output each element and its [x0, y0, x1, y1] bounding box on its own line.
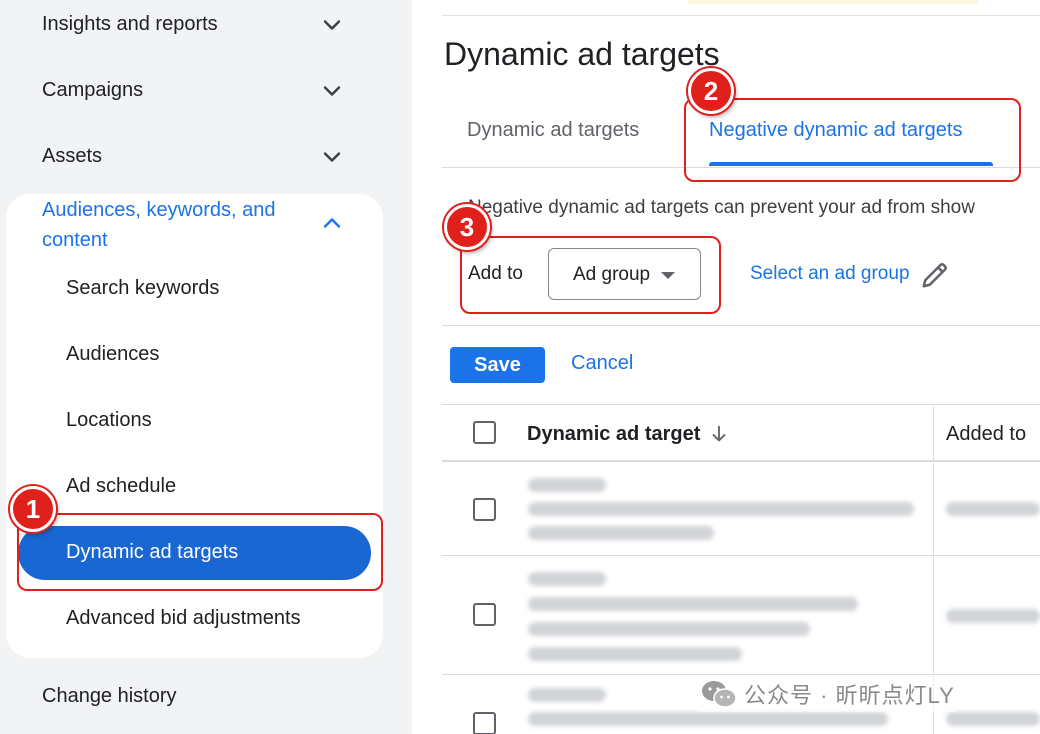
table-row[interactable] — [442, 463, 1040, 556]
row-checkbox[interactable] — [473, 603, 496, 626]
redacted-text — [528, 478, 606, 492]
redacted-text — [528, 502, 914, 516]
cancel-button[interactable]: Cancel — [571, 352, 633, 375]
redacted-text — [946, 609, 1040, 623]
select-ad-group-link[interactable]: Select an ad group — [750, 263, 910, 285]
nav-group-audiences-keywords-content[interactable]: Audiences, keywords, and content — [42, 195, 322, 255]
annotation-box-step-2 — [684, 98, 1021, 182]
sidebar-item-audiences[interactable]: Audiences — [66, 343, 159, 366]
section-divider — [442, 404, 1040, 405]
select-all-checkbox[interactable] — [473, 421, 496, 444]
column-header-added-to[interactable]: Added to — [946, 423, 1026, 446]
redacted-text — [528, 622, 810, 636]
redacted-text — [528, 597, 858, 611]
chevron-down-icon[interactable] — [320, 79, 344, 103]
column-header-dynamic-ad-target[interactable]: Dynamic ad target — [527, 423, 700, 446]
section-divider — [442, 325, 1040, 326]
nav-item-assets[interactable]: Assets — [42, 145, 102, 168]
sidebar-item-search-keywords[interactable]: Search keywords — [66, 277, 219, 300]
column-separator — [933, 463, 934, 556]
sidebar-item-advanced-bid-adjustments[interactable]: Advanced bid adjustments — [66, 607, 301, 630]
column-separator — [933, 406, 934, 462]
top-strip — [442, 0, 1040, 16]
pencil-icon[interactable] — [920, 260, 950, 290]
redacted-text — [528, 688, 606, 702]
step-badge-3: 3 — [444, 204, 490, 250]
row-checkbox[interactable] — [473, 712, 496, 734]
redacted-text — [946, 502, 1040, 516]
table-header: Dynamic ad target Added to — [442, 406, 1040, 462]
nav-item-change-history[interactable]: Change history — [42, 685, 177, 708]
nav-item-insights-and-reports[interactable]: Insights and reports — [42, 13, 218, 36]
chevron-down-icon[interactable] — [320, 13, 344, 37]
sidebar-item-locations[interactable]: Locations — [66, 409, 152, 432]
watermark: 公众号 · 昕昕点灯LY — [696, 676, 959, 712]
redacted-text — [946, 712, 1040, 726]
tab-dynamic-ad-targets[interactable]: Dynamic ad targets — [467, 119, 639, 142]
sort-arrow-down-icon[interactable] — [708, 423, 730, 445]
redacted-text — [528, 647, 742, 661]
redacted-text — [528, 712, 888, 726]
column-separator — [933, 557, 934, 675]
table-row[interactable] — [442, 557, 1040, 675]
annotation-box-step-3 — [460, 236, 721, 314]
annotation-box-step-1 — [17, 513, 383, 591]
step-badge-1: 1 — [10, 486, 56, 532]
row-checkbox[interactable] — [473, 498, 496, 521]
description-text: Negative dynamic ad targets can prevent … — [468, 197, 975, 218]
nav-item-campaigns[interactable]: Campaigns — [42, 79, 143, 102]
chevron-down-icon[interactable] — [320, 145, 344, 169]
wechat-icon — [702, 681, 737, 708]
sidebar-item-ad-schedule[interactable]: Ad schedule — [66, 475, 176, 498]
chevron-up-icon[interactable] — [320, 211, 344, 235]
watermark-text: 公众号 · 昕昕点灯LY — [744, 683, 955, 708]
save-button[interactable]: Save — [450, 347, 545, 383]
step-badge-2: 2 — [688, 68, 734, 114]
redacted-text — [528, 572, 606, 586]
sidebar: Insights and reports Campaigns Assets Au… — [0, 0, 412, 734]
page-title: Dynamic ad targets — [444, 36, 720, 72]
redacted-text — [528, 526, 714, 540]
